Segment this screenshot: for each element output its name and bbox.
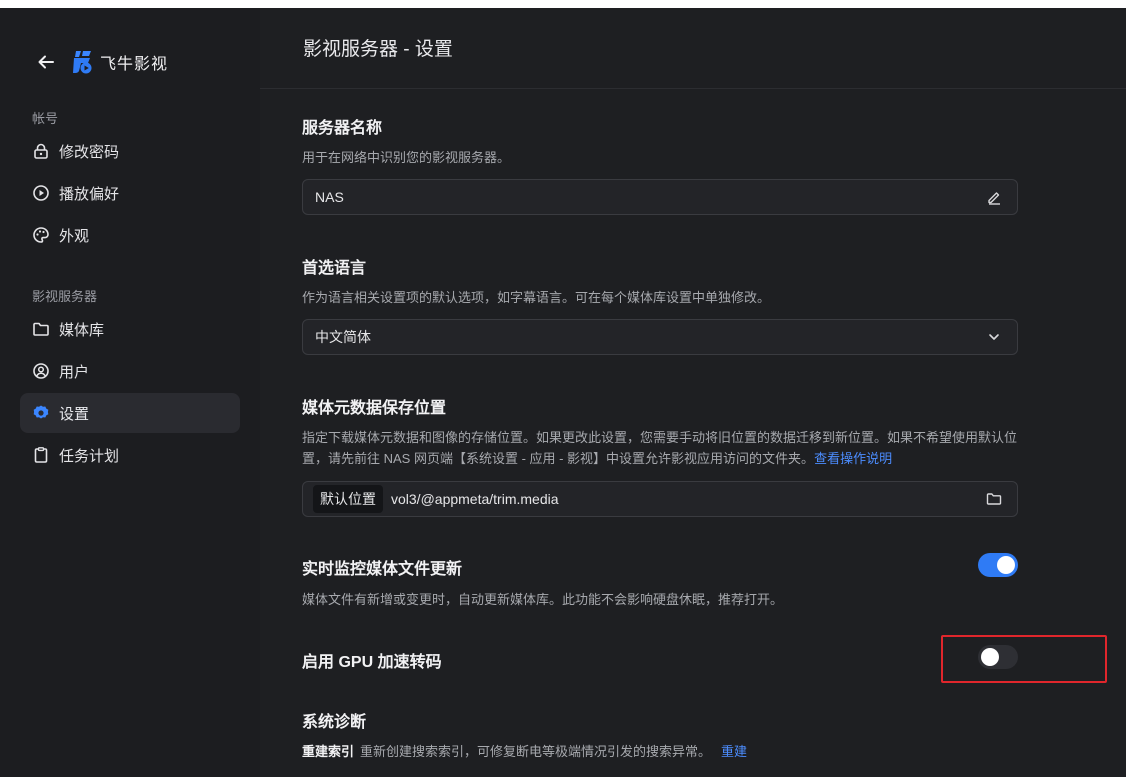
metadata-location-title: 媒体元数据保存位置 <box>302 400 447 417</box>
pencil-icon <box>988 192 1000 205</box>
sidebar-item-media-library[interactable]: 媒体库 <box>20 309 240 349</box>
reindex-desc: 重新创建搜索索引，可修复断电等极端情况引发的搜索异常。 <box>360 744 712 759</box>
server-name-desc: 用于在网络中识别您的影视服务器。 <box>302 150 511 165</box>
sidebar-item-play-preferences[interactable]: 播放偏好 <box>20 173 240 213</box>
language-title: 首选语言 <box>302 260 367 277</box>
lock-icon <box>32 142 50 160</box>
clipboard-icon <box>32 446 50 464</box>
main-panel: 影视服务器 - 设置 服务器名称 用于在网络中识别您的影视服务器。 NAS 首选… <box>260 8 1126 777</box>
highlight-box <box>941 635 1107 683</box>
gear-icon <box>32 404 50 422</box>
language-desc: 作为语言相关设置项的默认选项，如字幕语言。可在每个媒体库设置中单独修改。 <box>302 290 771 305</box>
metadata-path-value: vol3/@appmeta/trim.media <box>391 491 559 507</box>
realtime-monitor-toggle[interactable] <box>978 553 1018 577</box>
sidebar-item-label: 用户 <box>59 363 90 381</box>
chevron-down-icon <box>985 328 1003 346</box>
user-circle-icon <box>32 362 50 380</box>
sidebar-item-label: 任务计划 <box>59 447 120 465</box>
server-name-value: NAS <box>315 189 344 205</box>
reindex-row: 重建索引 重新创建搜索索引，可修复断电等极端情况引发的搜索异常。 重建 <box>302 741 747 760</box>
realtime-monitor-desc: 媒体文件有新增或变更时，自动更新媒体库。此功能不会影响硬盘休眠，推荐打开。 <box>302 592 784 607</box>
sidebar-item-label: 媒体库 <box>59 321 105 339</box>
realtime-monitor-title: 实时监控媒体文件更新 <box>302 561 463 578</box>
language-value: 中文简体 <box>315 329 371 345</box>
folder-icon <box>986 493 1002 505</box>
server-name-title: 服务器名称 <box>302 120 383 137</box>
metadata-location-desc: 指定下载媒体元数据和图像的存储位置。如果更改此设置，您需要手动将旧位置的数据迁移… <box>302 430 1018 466</box>
page-header: 影视服务器 - 设置 <box>260 8 1126 89</box>
back-button[interactable] <box>36 52 56 72</box>
play-circle-icon <box>32 184 50 202</box>
app-window: 飞牛影视 帐号 修改密码 播放偏好 外观 影视服务器 媒体库 用户 设置 任务计… <box>0 8 1126 777</box>
section-label-server: 影视服务器 <box>32 289 98 304</box>
language-select[interactable]: 中文简体 <box>302 319 1018 355</box>
sidebar-item-change-password[interactable]: 修改密码 <box>20 131 240 171</box>
folder-icon <box>32 320 50 338</box>
sidebar-item-users[interactable]: 用户 <box>20 351 240 391</box>
help-link[interactable]: 查看操作说明 <box>814 451 892 466</box>
sidebar-item-label: 外观 <box>59 227 90 245</box>
diagnostics-title: 系统诊断 <box>302 714 367 731</box>
sidebar: 飞牛影视 帐号 修改密码 播放偏好 外观 影视服务器 媒体库 用户 设置 任务计… <box>0 8 260 777</box>
sidebar-item-label: 修改密码 <box>59 143 120 161</box>
reindex-label: 重建索引 <box>302 744 355 759</box>
toggle-knob <box>997 556 1015 574</box>
gpu-title: 启用 GPU 加速转码 <box>302 654 442 671</box>
sidebar-item-label: 设置 <box>59 405 90 423</box>
sidebar-item-label: 播放偏好 <box>59 185 120 203</box>
palette-icon <box>32 226 50 244</box>
app-name: 飞牛影视 <box>100 56 169 73</box>
metadata-location-field[interactable]: 默认位置 vol3/@appmeta/trim.media <box>302 481 1018 517</box>
brand: 飞牛影视 <box>36 48 168 76</box>
sidebar-item-scheduled-tasks[interactable]: 任务计划 <box>20 435 240 475</box>
browse-folder-button[interactable] <box>985 490 1003 508</box>
sidebar-item-appearance[interactable]: 外观 <box>20 215 240 255</box>
arrow-left-icon <box>38 55 54 69</box>
section-label-account: 帐号 <box>32 111 59 126</box>
server-name-field[interactable]: NAS <box>302 179 1018 215</box>
sidebar-item-settings[interactable]: 设置 <box>20 393 240 433</box>
default-location-tag: 默认位置 <box>313 485 383 513</box>
page-title: 影视服务器 - 设置 <box>303 38 453 60</box>
edit-button[interactable] <box>985 188 1003 206</box>
reindex-link[interactable]: 重建 <box>721 744 747 759</box>
app-logo-icon <box>73 51 92 74</box>
